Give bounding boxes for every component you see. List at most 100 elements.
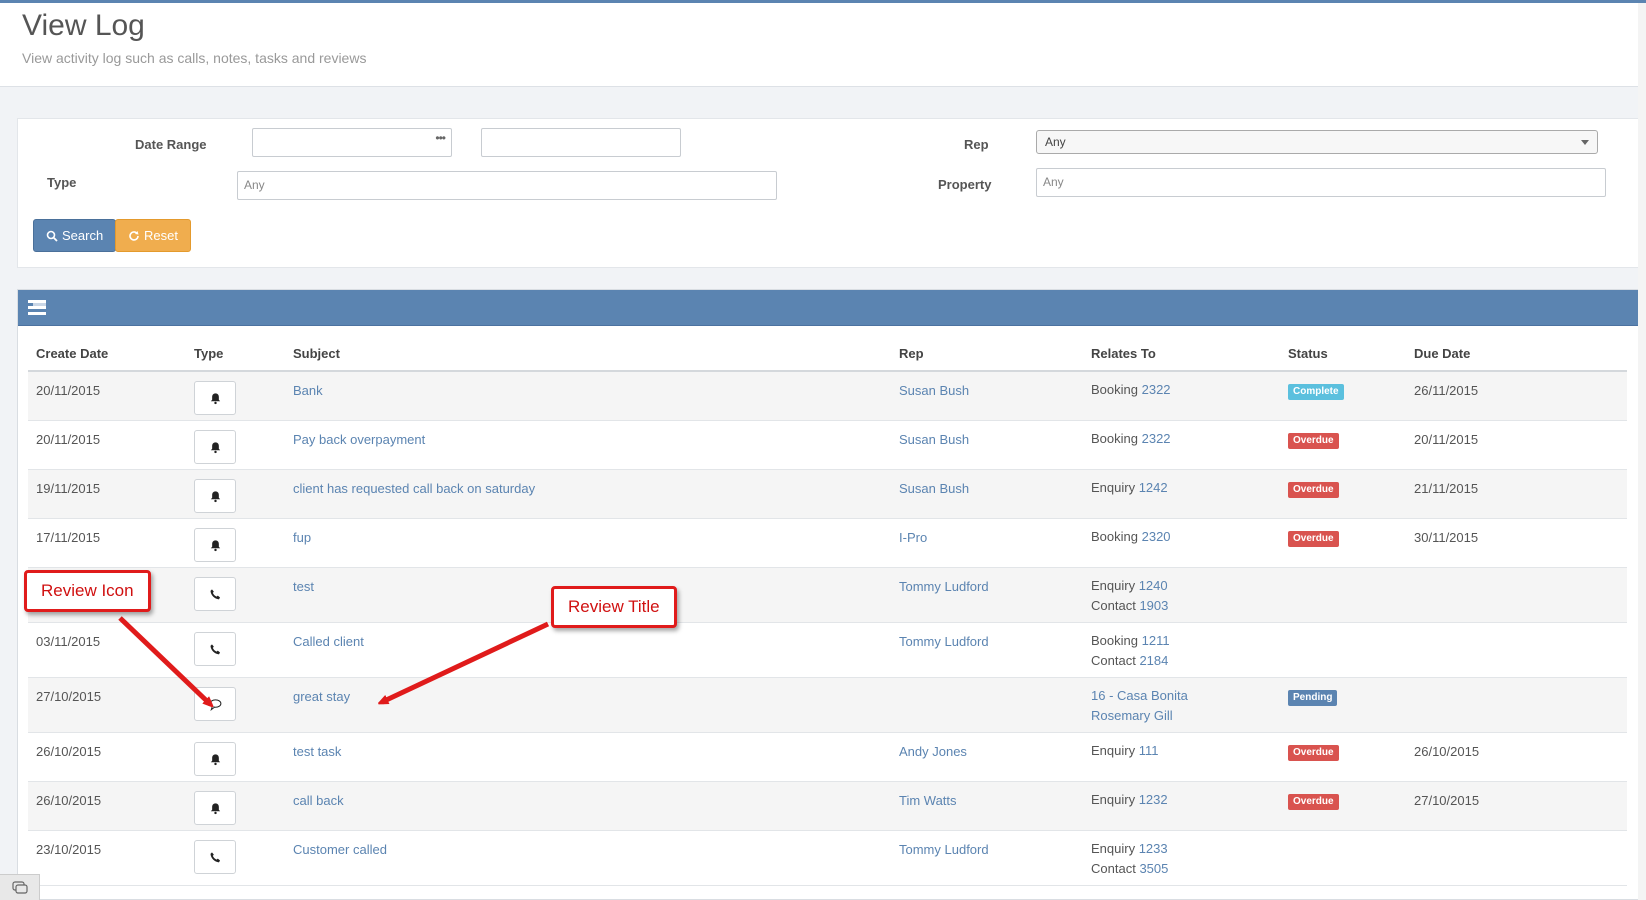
create-date-cell: 20/11/2015	[36, 432, 101, 447]
relates-to-link[interactable]: 2322	[1142, 382, 1171, 397]
rep-link[interactable]: Susan Bush	[899, 432, 969, 447]
rep-link[interactable]: Tommy Ludford	[899, 842, 989, 857]
filter-panel: Date Range ••• Rep Any Type Any Property…	[17, 118, 1640, 268]
relates-to-link[interactable]: 2184	[1139, 653, 1168, 668]
subject-link[interactable]: Pay back overpayment	[293, 432, 425, 447]
rep-link[interactable]: Susan Bush	[899, 481, 969, 496]
create-date-cell: 17/11/2015	[36, 530, 101, 545]
status-badge: Overdue	[1288, 531, 1339, 547]
type-button[interactable]	[194, 528, 236, 562]
due-date-cell: 27/10/2015	[1414, 793, 1480, 808]
relates-to-item: Enquiry 1232	[1091, 790, 1168, 810]
phone-icon	[209, 643, 222, 656]
bell-icon	[209, 753, 222, 766]
relates-to-link[interactable]: 1232	[1139, 792, 1168, 807]
create-date-cell: 23/10/2015	[36, 842, 102, 857]
type-input[interactable]: Any	[237, 171, 777, 200]
rep-link[interactable]: Tim Watts	[899, 793, 957, 808]
relates-to-link[interactable]: 3505	[1139, 861, 1168, 876]
bell-icon	[209, 441, 222, 454]
rep-link[interactable]: Tommy Ludford	[899, 579, 989, 594]
relates-to-label: Booking	[1091, 633, 1138, 648]
column-header[interactable]: Relates To	[1091, 346, 1156, 361]
relates-to-item: Contact 1903	[1091, 596, 1168, 616]
type-button[interactable]	[194, 840, 236, 874]
reset-button-label: Reset	[144, 228, 178, 243]
relates-to-link[interactable]: 1233	[1139, 841, 1168, 856]
table-row[interactable]: 26/10/2015 call back Tim Watts Enquiry 1232…	[28, 782, 1627, 831]
type-button[interactable]	[194, 577, 236, 611]
table-row[interactable]: 20/11/2015 Bank Susan Bush Booking 2322 Comp…	[28, 372, 1627, 421]
subject-link[interactable]: test	[293, 579, 314, 594]
relates-to-label: Enquiry	[1091, 841, 1136, 856]
table-row[interactable]: 23/10/2015 Customer called Tommy Ludford En…	[28, 831, 1627, 886]
type-button[interactable]	[194, 381, 236, 415]
relates-to-link[interactable]: 111	[1139, 743, 1159, 758]
due-date-cell: 20/11/2015	[1414, 432, 1479, 447]
relates-to-label: Enquiry	[1091, 792, 1136, 807]
date-range-label: Date Range	[135, 137, 207, 152]
relates-to-label: Booking	[1091, 382, 1138, 397]
type-button[interactable]	[194, 632, 236, 666]
type-button[interactable]	[194, 742, 236, 776]
relates-to-item: Booking 2322	[1091, 429, 1171, 449]
relates-to-link[interactable]: 1240	[1139, 578, 1168, 593]
rep-link[interactable]: Susan Bush	[899, 383, 969, 398]
table-row[interactable]: 03/11/2015 Called client Tommy Ludford Book…	[28, 623, 1627, 678]
rep-link[interactable]: Andy Jones	[899, 744, 967, 759]
column-header[interactable]: Type	[194, 346, 223, 361]
relates-to-link[interactable]: 2320	[1142, 529, 1171, 544]
relates-to-link[interactable]: Rosemary Gill	[1091, 708, 1173, 723]
table-row[interactable]: test Tommy Ludford Enquiry 1240 Contact 190…	[28, 568, 1627, 623]
column-header[interactable]: Subject	[293, 346, 340, 361]
subject-link[interactable]: Customer called	[293, 842, 387, 857]
relates-to-link[interactable]: 1211	[1142, 633, 1170, 648]
subject-link[interactable]: call back	[293, 793, 344, 808]
subject-link[interactable]: great stay	[293, 689, 350, 704]
rep-link[interactable]: I-Pro	[899, 530, 927, 545]
table-row[interactable]: 19/11/2015 client has requested call back…	[28, 470, 1627, 519]
column-header[interactable]: Due Date	[1414, 346, 1470, 361]
subject-link[interactable]: test task	[293, 744, 341, 759]
page-header: View Log View activity log such as calls…	[0, 3, 1646, 87]
table-row[interactable]: 17/11/2015 fup I-Pro Booking 2320 Overdue 30/…	[28, 519, 1627, 568]
type-button[interactable]	[194, 479, 236, 513]
date-from-input[interactable]: •••	[252, 128, 452, 157]
subject-link[interactable]: Called client	[293, 634, 364, 649]
chat-icon	[11, 880, 28, 894]
reset-button[interactable]: Reset	[115, 219, 191, 252]
column-header[interactable]: Rep	[899, 346, 924, 361]
relates-to-link[interactable]: 16 - Casa Bonita	[1091, 688, 1188, 703]
rep-select[interactable]: Any	[1036, 130, 1598, 154]
page-scrollbar[interactable]	[1638, 3, 1646, 900]
relates-to-link[interactable]: 1242	[1139, 480, 1168, 495]
type-label: Type	[47, 175, 77, 190]
relates-to-cell: Enquiry 111	[1091, 741, 1158, 761]
search-button[interactable]: Search	[33, 219, 117, 252]
relates-to-link[interactable]: 2322	[1142, 431, 1171, 446]
table-row[interactable]: 27/10/2015 great stay 16 - Casa Bonita Rose…	[28, 678, 1627, 733]
rep-link[interactable]: Tommy Ludford	[899, 634, 989, 649]
type-button[interactable]	[194, 430, 236, 464]
column-header[interactable]: Create Date	[36, 346, 108, 361]
relates-to-label: Contact	[1091, 598, 1136, 613]
create-date-cell: 03/11/2015	[36, 634, 101, 649]
date-picker-dots-icon[interactable]: •••	[435, 131, 446, 145]
table-row[interactable]: 26/10/2015 test task Andy Jones Enquiry 111…	[28, 733, 1627, 782]
create-date-cell: 20/11/2015	[36, 383, 101, 398]
type-button[interactable]	[194, 791, 236, 825]
date-to-input[interactable]	[481, 128, 681, 157]
bell-icon	[209, 490, 222, 503]
relates-to-link[interactable]: 1903	[1139, 598, 1168, 613]
property-input[interactable]: Any	[1036, 168, 1606, 197]
type-placeholder: Any	[244, 178, 265, 192]
type-button[interactable]	[194, 687, 236, 721]
chat-widget-button[interactable]	[0, 874, 40, 900]
subject-link[interactable]: fup	[293, 530, 311, 545]
subject-link[interactable]: client has requested call back on saturd…	[293, 481, 535, 496]
column-header[interactable]: Status	[1288, 346, 1328, 361]
relates-to-label: Contact	[1091, 653, 1136, 668]
relates-to-item: Booking 1211	[1091, 631, 1170, 651]
table-row[interactable]: 20/11/2015 Pay back overpayment Susan Bush…	[28, 421, 1627, 470]
subject-link[interactable]: Bank	[293, 383, 323, 398]
